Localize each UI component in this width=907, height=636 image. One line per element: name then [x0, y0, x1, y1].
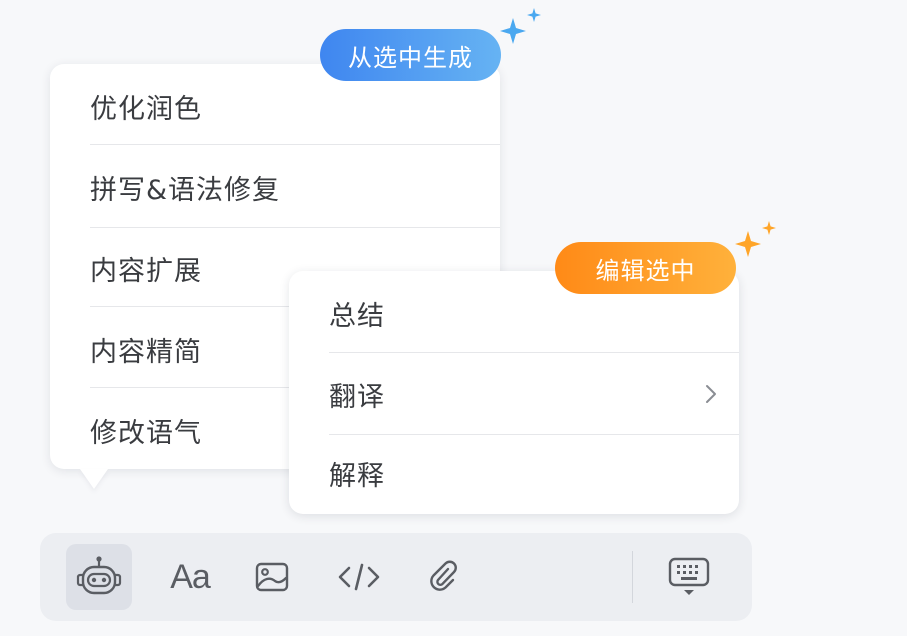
menu-divider — [90, 144, 500, 145]
toolbar-divider — [632, 551, 633, 603]
keyboard-hide-icon — [668, 557, 710, 595]
generate-from-selection-badge: 从选中生成 — [320, 29, 501, 81]
badge-label: 从选中生成 — [348, 43, 473, 72]
menu-divider — [329, 434, 739, 435]
robot-icon — [76, 556, 122, 595]
menu-item-label: 解释 — [329, 460, 385, 492]
menu-item-label: 翻译 — [329, 381, 385, 413]
image-icon — [255, 562, 289, 592]
menu-item-spelling-grammar[interactable]: 拼写&语法修复 — [90, 157, 500, 217]
paperclip-icon — [430, 560, 457, 591]
menu-item-label: 内容精简 — [90, 336, 202, 368]
hide-keyboard-button[interactable] — [656, 544, 722, 610]
editor-toolbar: Aa — [40, 533, 752, 621]
menu-divider — [90, 227, 500, 228]
insert-code-button[interactable] — [326, 544, 392, 610]
menu-item-explain[interactable]: 解释 — [329, 443, 739, 503]
text-format-button[interactable]: Aa — [157, 544, 223, 610]
edit-menu-popup: 总结 翻译 解释 — [289, 271, 739, 514]
code-icon — [338, 563, 380, 591]
edit-selection-badge: 编辑选中 — [555, 242, 736, 294]
menu-item-label: 内容扩展 — [90, 255, 202, 287]
chevron-right-icon — [706, 385, 716, 403]
ai-assistant-button[interactable] — [66, 544, 132, 610]
menu-item-label: 拼写&语法修复 — [90, 174, 281, 206]
menu-item-label: 修改语气 — [90, 417, 202, 449]
sparkle-icon — [735, 221, 776, 257]
popup-pointer — [80, 469, 108, 489]
menu-item-label: 总结 — [329, 300, 385, 332]
menu-item-translate[interactable]: 翻译 — [329, 364, 739, 424]
attach-file-button[interactable] — [411, 544, 477, 610]
insert-image-button[interactable] — [239, 544, 305, 610]
badge-label: 编辑选中 — [595, 256, 696, 285]
font-icon: Aa — [170, 557, 211, 596]
menu-item-label: 优化润色 — [90, 93, 202, 125]
menu-item-polish[interactable]: 优化润色 — [90, 76, 500, 136]
sparkle-icon — [500, 8, 541, 44]
menu-divider — [329, 352, 739, 353]
